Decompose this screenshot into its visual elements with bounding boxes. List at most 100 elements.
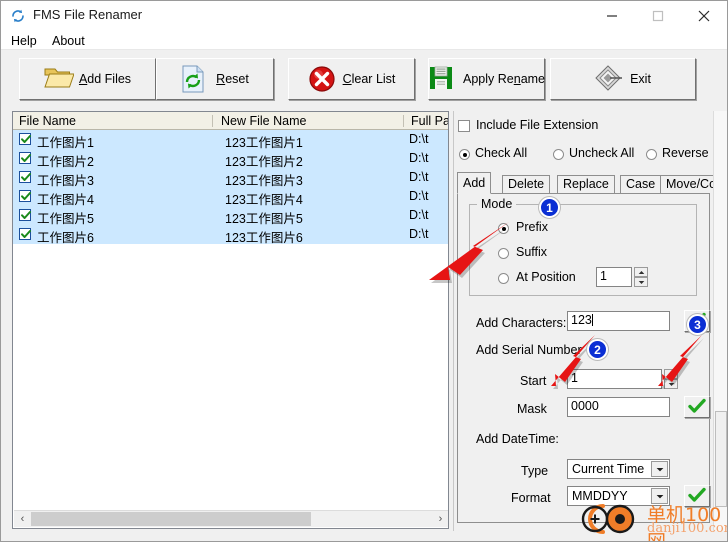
cell-full-path: D:\t (409, 132, 429, 146)
title-bar: FMS File Renamer (1, 1, 727, 31)
watermark: 单机100网 danji100.com (579, 499, 727, 541)
column-header-full-path[interactable]: Full Path (411, 114, 448, 128)
table-row[interactable]: 工作图片1 123工作图片1 D:\t (13, 130, 448, 150)
green-check-icon (688, 398, 706, 417)
clear-list-label: Clear List (342, 72, 396, 86)
radio-uncheck-all-label: Uncheck All (569, 146, 635, 160)
file-list-rows: 工作图片1 123工作图片1 D:\t 工作图片2 123工作图片2 D:\t … (13, 130, 448, 245)
cell-full-path: D:\t (409, 170, 429, 184)
tab-delete[interactable]: Delete (502, 175, 551, 193)
exit-label: Exit (630, 72, 651, 86)
radio-check-all-label: Check All (475, 146, 528, 160)
add-datetime-label: Add DateTime: (476, 432, 559, 446)
options-panel: Include File Extension Check All Uncheck… (453, 111, 727, 529)
apply-serial-number-button[interactable] (684, 396, 710, 418)
exit-button[interactable]: Exit (550, 58, 696, 100)
chevron-down-icon[interactable] (651, 461, 668, 477)
column-divider[interactable] (403, 115, 404, 127)
maximize-button[interactable] (635, 1, 681, 31)
cell-file-name: 工作图片6 (37, 231, 94, 245)
refresh-page-icon (181, 65, 209, 93)
radio-reverse-label: Reverse (662, 146, 709, 160)
scrollbar-thumb[interactable] (31, 512, 311, 526)
radio-dot (459, 149, 470, 160)
tab-strip: Add Delete Replace Case Move/Copy (457, 172, 727, 194)
tab-replace[interactable]: Replace (557, 175, 615, 193)
datetime-type-select[interactable]: Current Time (567, 459, 670, 479)
application-window: FMS File Renamer Help About Add Files Re… (0, 0, 728, 542)
spinner-up-icon[interactable] (634, 267, 648, 277)
text-caret (591, 314, 593, 326)
radio-prefix-label: Prefix (516, 220, 548, 234)
row-checkbox[interactable] (19, 228, 31, 240)
scrollbar-thumb[interactable] (715, 411, 727, 507)
datetime-type-value: Current Time (572, 462, 645, 476)
watermark-site-url: danji100.com (647, 521, 728, 536)
scroll-right-arrow-icon[interactable]: › (432, 511, 448, 527)
column-divider[interactable] (212, 115, 213, 127)
table-row[interactable]: 工作图片4 123工作图片4 D:\t (13, 187, 448, 207)
clear-list-button[interactable]: Clear List (288, 58, 415, 100)
menu-item-help[interactable]: Help (7, 33, 41, 49)
table-row[interactable]: 工作图片5 123工作图片5 D:\t (13, 206, 448, 226)
radio-dot (646, 149, 657, 160)
diamond-exit-icon (595, 65, 623, 93)
radio-at-position-label: At Position (516, 270, 576, 284)
add-files-button[interactable]: Add Files (19, 58, 156, 100)
datetime-type-label: Type (521, 464, 549, 478)
row-checkbox[interactable] (19, 152, 31, 164)
tab-add[interactable]: Add (457, 172, 492, 194)
add-characters-input[interactable]: 123 (567, 311, 670, 331)
file-list-header: File Name New File Name Full Path (13, 112, 448, 130)
annotation-badge-2: 2 (587, 339, 608, 360)
serial-mask-label: Mask (517, 402, 547, 416)
toolbar: Add Files Reset Clear List Apply Rename … (1, 51, 727, 108)
radio-dot (553, 149, 564, 160)
table-row[interactable]: 工作图片3 123工作图片3 D:\t (13, 168, 448, 188)
scroll-left-arrow-icon[interactable]: ‹ (14, 511, 31, 527)
row-checkbox[interactable] (19, 209, 31, 221)
table-row[interactable]: 工作图片6 123工作图片6 D:\t (13, 225, 448, 245)
window-title: FMS File Renamer (33, 7, 143, 22)
datetime-format-label: Format (511, 491, 551, 505)
reset-button[interactable]: Reset (156, 58, 274, 100)
minimize-button[interactable] (589, 1, 635, 31)
row-checkbox[interactable] (19, 190, 31, 202)
column-header-file-name[interactable]: File Name (19, 114, 76, 128)
folder-open-icon (44, 65, 75, 93)
cell-full-path: D:\t (409, 189, 429, 203)
close-button[interactable] (681, 1, 727, 31)
table-row[interactable]: 工作图片2 123工作图片2 D:\t (13, 149, 448, 169)
mode-group-title: Mode (477, 197, 517, 211)
tab-case[interactable]: Case (620, 175, 662, 193)
at-position-input[interactable]: 1 (596, 267, 632, 287)
at-position-spinner[interactable] (634, 267, 648, 287)
add-characters-value: 123 (571, 313, 592, 327)
vertical-scrollbar[interactable] (713, 111, 727, 531)
app-refresh-icon (10, 8, 26, 24)
checkbox-box[interactable] (458, 120, 470, 132)
apply-rename-label: Apply Rename (463, 72, 546, 86)
menu-item-about[interactable]: About (48, 33, 89, 49)
horizontal-scrollbar[interactable]: ‹ › (14, 510, 448, 527)
file-list[interactable]: File Name New File Name Full Path 工作图片1 … (12, 111, 449, 529)
annotation-badge-3: 3 (687, 314, 708, 335)
add-files-label: Add Files (78, 72, 132, 86)
annotation-badge-1: 1 (539, 197, 560, 218)
reset-label: Reset (216, 72, 249, 86)
annotation-arrow-apply-check (658, 335, 704, 389)
add-characters-label: Add Characters: (476, 316, 567, 330)
red-x-circle-icon (308, 65, 336, 93)
serial-mask-input[interactable]: 0000 (567, 397, 670, 417)
apply-rename-button[interactable]: Apply Rename (428, 58, 545, 100)
spinner-down-icon[interactable] (634, 277, 648, 287)
include-file-extension-label: Include File Extension (476, 118, 599, 132)
menu-bar: Help About (1, 31, 727, 50)
cell-full-path: D:\t (409, 151, 429, 165)
radio-suffix-label: Suffix (516, 245, 548, 259)
cell-new-file-name: 123工作图片6 (225, 231, 303, 245)
column-header-new-file-name[interactable]: New File Name (221, 114, 306, 128)
row-checkbox[interactable] (19, 133, 31, 145)
row-checkbox[interactable] (19, 171, 31, 183)
watermark-logo-icon (581, 504, 635, 534)
